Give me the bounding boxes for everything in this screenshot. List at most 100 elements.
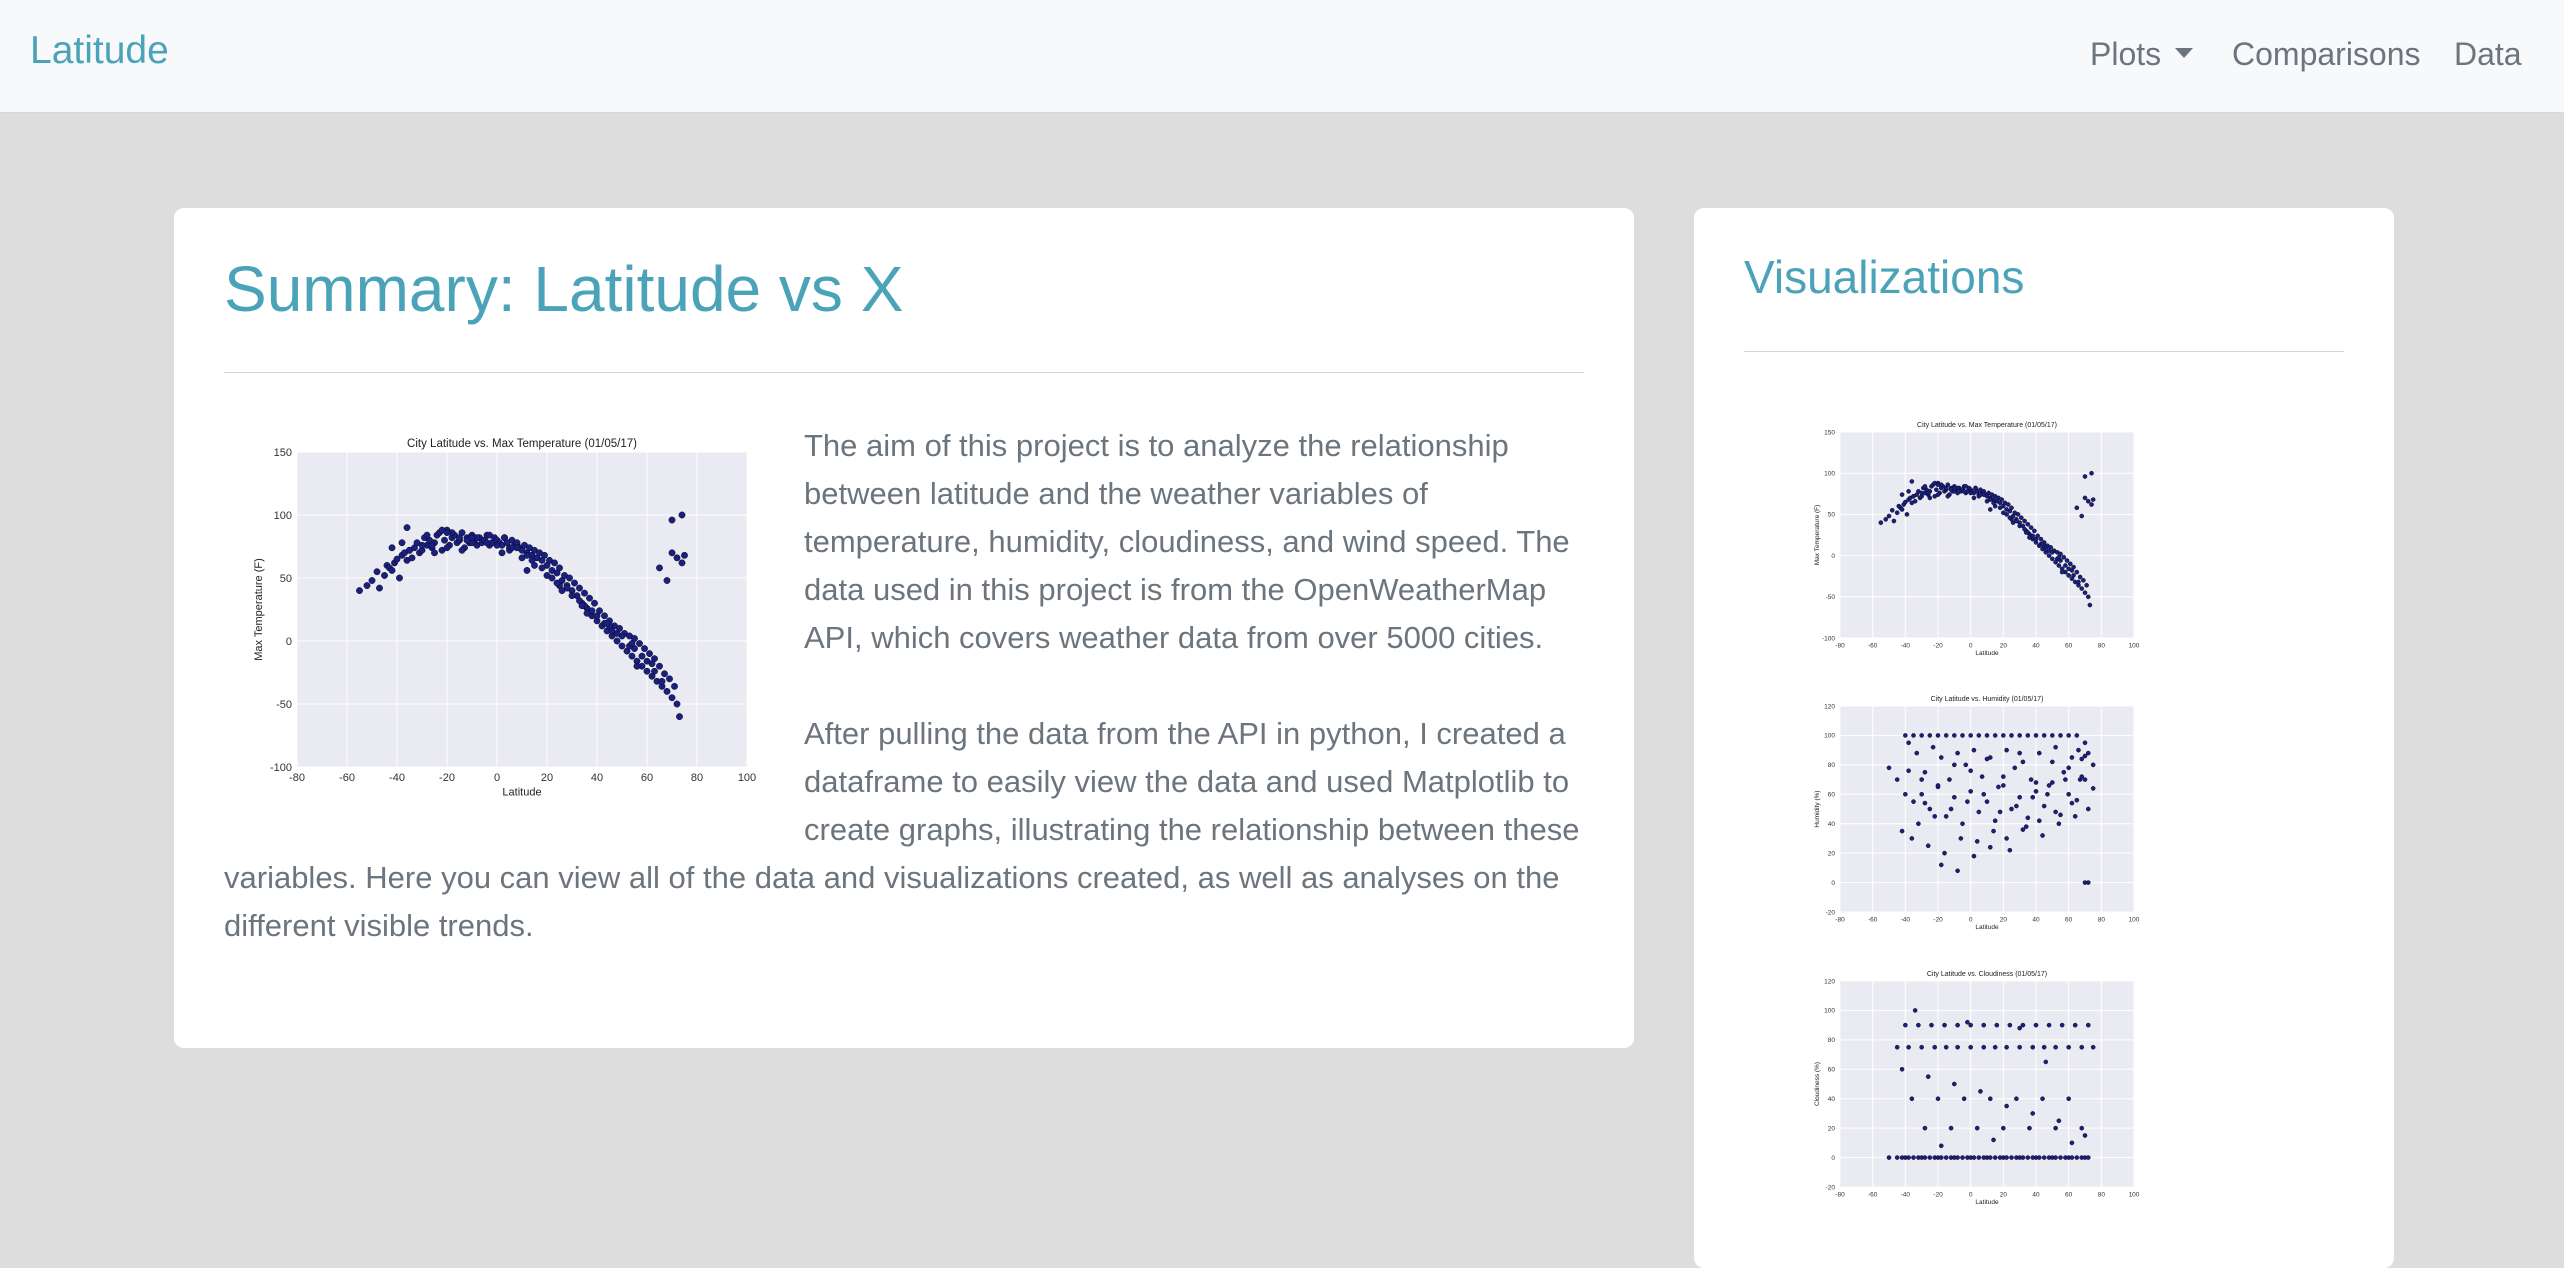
data-point [603, 619, 611, 627]
data-point [1943, 1044, 1949, 1050]
thumbnail-humidity-plot[interactable]: -80 -60 -40 -20 0 20 40 60 80 100 -20 0 20 40 60 80 100 1… [1794, 688, 2144, 948]
data-point [663, 687, 671, 695]
data-point [591, 599, 598, 607]
data-point [1992, 1044, 1998, 1050]
data-point [508, 544, 516, 552]
nav-data[interactable]: Data [2454, 36, 2522, 73]
data-point [2001, 774, 2006, 779]
data-point [1922, 484, 1928, 489]
data-point [1955, 750, 1960, 756]
data-point [551, 559, 558, 567]
data-point [2023, 824, 2029, 829]
data-point [398, 539, 406, 547]
data-point [2007, 515, 2013, 520]
data-point [1987, 844, 1993, 850]
data-point [678, 511, 686, 519]
data-point [1894, 777, 1900, 782]
data-point [1960, 733, 1965, 738]
nav-plots-label: Plots [2090, 36, 2162, 72]
data-point [1899, 507, 1905, 512]
data-point [2040, 1096, 2045, 1102]
data-point [1968, 490, 1973, 496]
data-point [558, 587, 566, 595]
data-point [1935, 1096, 1941, 1102]
data-point [2085, 750, 2091, 756]
nav-plots-dropdown[interactable]: Plots [2090, 36, 2194, 73]
data-point [1994, 1022, 2000, 1028]
data-point [673, 700, 681, 708]
data-point [2082, 753, 2088, 759]
x-tick-label: 80 [2098, 1192, 2106, 1199]
x-tick-label: 40 [2032, 1192, 2040, 1199]
data-point [1919, 791, 1924, 797]
data-point [2040, 833, 2045, 838]
temperature-plot-image[interactable]: -80 -60 -40 -20 0 20 40 60 80 100-100-50050100150… [224, 422, 764, 822]
data-point [1987, 1096, 1993, 1102]
data-point [2087, 602, 2093, 608]
data-point [501, 534, 508, 542]
data-point [636, 640, 643, 647]
y-tick-label: 40 [1828, 821, 1836, 828]
data-point [2036, 750, 2042, 756]
data-point [1987, 1155, 1993, 1160]
data-point [2081, 578, 2086, 583]
data-point [1886, 765, 1892, 771]
data-point [2050, 780, 2055, 785]
thumbnail-cloudiness-plot[interactable]: -80 -60 -40 -20 0 20 40 60 80 100 -20 0 20 40 60 80 100 1… [1794, 963, 2144, 1223]
data-point [1984, 756, 1990, 762]
data-point [2046, 1022, 2052, 1028]
data-point [2041, 733, 2047, 738]
data-point [1943, 485, 1949, 491]
data-point [1922, 800, 1928, 806]
data-point [676, 713, 683, 720]
data-point [1925, 490, 1931, 496]
data-point [498, 549, 506, 557]
data-point [1981, 1044, 1987, 1050]
x-tick-label: -20 [1933, 643, 1943, 650]
data-point [1996, 784, 2001, 790]
data-point [2059, 569, 2065, 575]
data-point [2076, 747, 2081, 753]
data-point [2036, 818, 2042, 824]
data-point [2001, 783, 2006, 788]
data-point [1955, 1155, 1960, 1160]
data-point [1991, 828, 1996, 834]
data-point [2004, 1044, 2009, 1050]
x-tick-label: 80 [2098, 917, 2106, 924]
y-tick-label: 60 [1828, 792, 1836, 799]
data-point [1903, 1022, 1908, 1028]
data-point [403, 524, 411, 532]
data-point [2056, 554, 2062, 560]
thumbnail-temperature-plot[interactable]: -80 -60 -40 -20 0 20 40 60 80 100 -100 -50 0 50 100 150… [1794, 414, 2144, 674]
data-point [601, 612, 608, 620]
data-point [1987, 497, 1993, 502]
nav-comparisons[interactable]: Comparisons [2232, 36, 2421, 73]
data-point [2027, 535, 2032, 540]
data-point [2041, 1044, 2047, 1050]
data-point [2033, 1022, 2039, 1028]
data-point [1906, 768, 1911, 774]
x-axis-label: Latitude [502, 787, 541, 799]
x-axis-label: Latitude [1975, 650, 1999, 657]
data-point [538, 564, 546, 572]
data-point [1984, 799, 1990, 804]
x-axis-label: Latitude [1975, 924, 1999, 931]
data-point [2038, 536, 2044, 542]
data-point [2043, 1059, 2049, 1065]
brand-link[interactable]: Latitude [30, 29, 169, 73]
data-point [2036, 1155, 2042, 1160]
data-point [2017, 794, 2022, 800]
data-point [2009, 1155, 2014, 1160]
data-point [1935, 783, 1941, 788]
data-point [2069, 1155, 2075, 1160]
data-point [1935, 733, 1941, 738]
chart-title: City Latitude vs. Max Temperature (01/05… [407, 438, 637, 450]
data-point [1955, 868, 1960, 874]
data-point [2090, 786, 2096, 791]
data-point [2067, 561, 2073, 567]
y-tick-label: 120 [1824, 978, 1835, 985]
data-point [1987, 507, 1993, 512]
data-point [1997, 809, 2003, 815]
data-point [2082, 740, 2088, 746]
y-tick-label: 40 [1828, 1096, 1836, 1103]
